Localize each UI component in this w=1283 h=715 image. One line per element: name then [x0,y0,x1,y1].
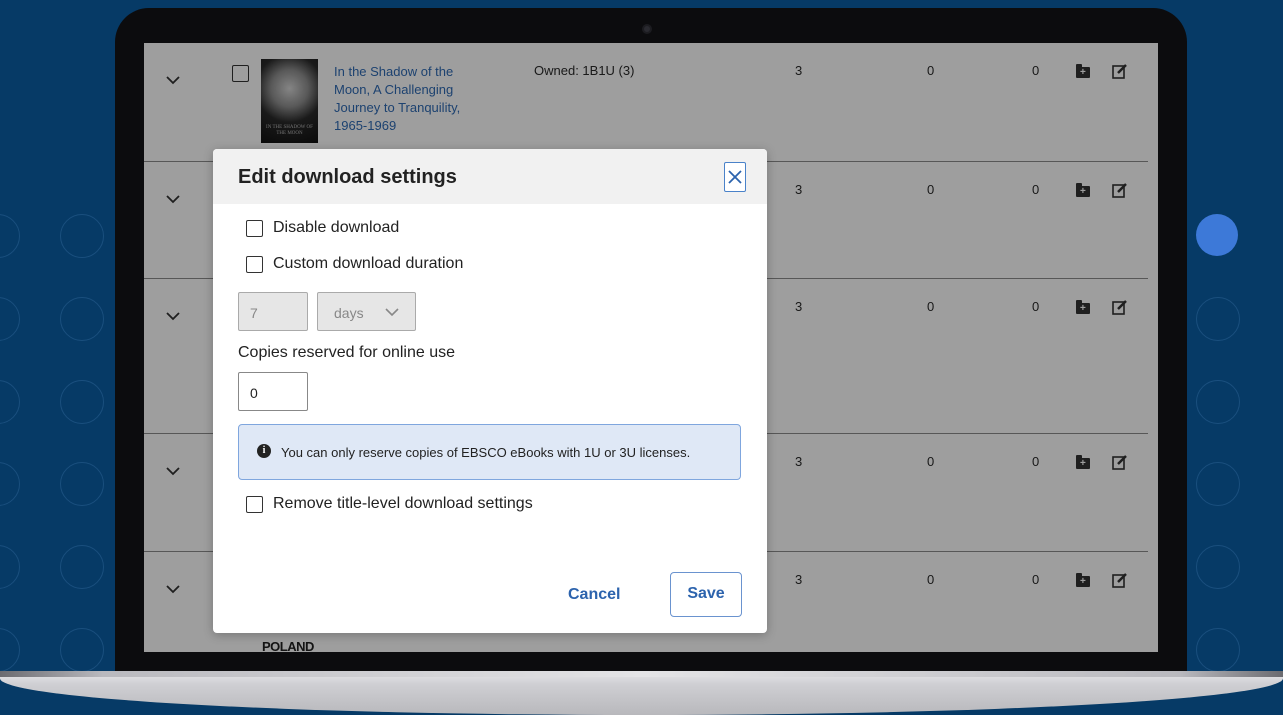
camera-icon [642,24,652,34]
bg-circle [1196,628,1240,672]
chevron-down-icon [385,308,399,317]
bg-dot [1196,214,1238,256]
duration-input[interactable]: 7 [238,292,308,331]
laptop-base [0,671,1283,715]
close-icon [728,170,742,184]
save-button[interactable]: Save [670,572,742,617]
edit-download-settings-dialog: Edit download settings Disable download … [213,149,767,633]
bg-circle [0,462,20,506]
bg-circle [0,628,20,672]
disable-download-label: Disable download [273,219,400,236]
dialog-title: Edit download settings [238,166,457,188]
bg-circle [1196,297,1240,341]
copies-reserved-input[interactable]: 0 [238,372,308,411]
remove-settings-label: Remove title-level download settings [273,495,533,512]
bg-circle [60,380,104,424]
cancel-button[interactable]: Cancel [568,586,620,604]
remove-settings-checkbox[interactable] [246,495,263,513]
bg-circle [1196,380,1240,424]
duration-unit-select[interactable]: days [317,292,416,331]
close-button[interactable] [724,162,746,192]
info-alert: i You can only reserve copies of EBSCO e… [238,424,741,480]
bg-circle [60,297,104,341]
dialog-header: Edit download settings [213,149,767,204]
custom-duration-option[interactable]: Custom download duration [246,255,463,273]
custom-duration-label: Custom download duration [273,255,464,272]
bg-circle [0,214,20,258]
bg-circle [0,380,20,424]
bg-circle [0,297,20,341]
bg-circle [1196,462,1240,506]
bg-circle [60,462,104,506]
remove-settings-option[interactable]: Remove title-level download settings [246,495,533,513]
bg-circle [60,545,104,589]
bg-circle [60,628,104,672]
info-text: You can only reserve copies of EBSCO eBo… [281,445,691,460]
laptop-hinge [0,671,1283,677]
duration-unit-value: days [334,305,364,321]
disable-download-option[interactable]: Disable download [246,219,399,237]
bg-circle [0,545,20,589]
bg-circle [1196,545,1240,589]
disable-download-checkbox[interactable] [246,219,263,237]
copies-reserved-label: Copies reserved for online use [238,344,456,361]
custom-duration-checkbox[interactable] [246,255,263,273]
bg-circle [60,214,104,258]
app-screen: IN THE SHADOW OF THE MOON In the Shadow … [144,43,1158,652]
info-icon: i [257,444,271,458]
